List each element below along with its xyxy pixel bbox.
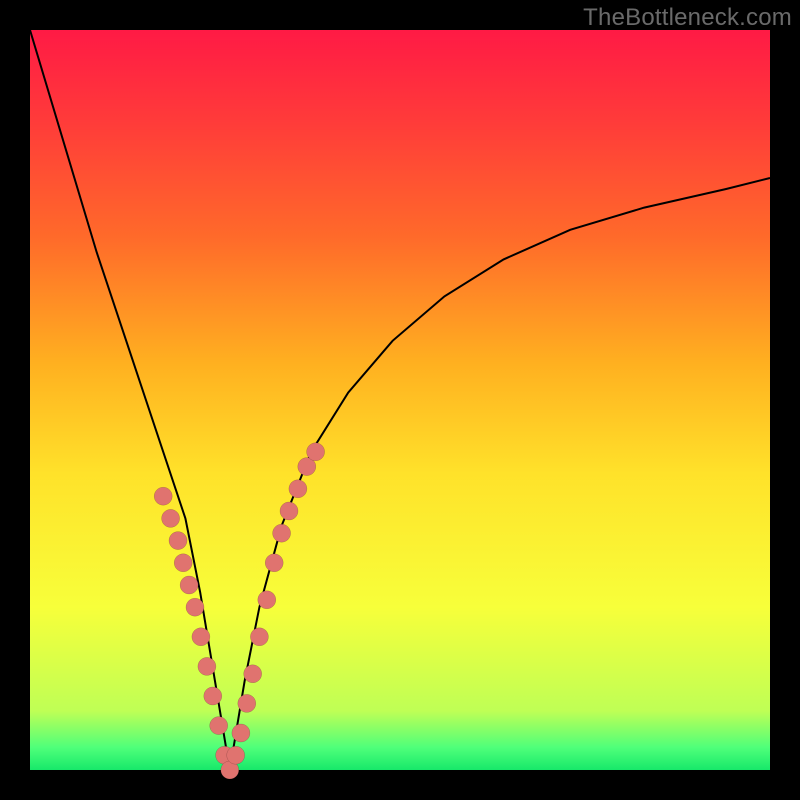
plot-area [30, 30, 770, 770]
highlight-dot [244, 665, 262, 683]
highlight-dot [238, 694, 256, 712]
highlight-dot [232, 724, 250, 742]
bottleneck-curve [30, 30, 770, 770]
highlight-dots-group [154, 443, 324, 779]
highlight-dot [154, 487, 172, 505]
highlight-dot [227, 746, 245, 764]
highlight-dot [186, 598, 204, 616]
highlight-dot [204, 687, 222, 705]
highlight-dot [280, 502, 298, 520]
highlight-dot [169, 532, 187, 550]
highlight-dot [180, 576, 198, 594]
chart-frame: TheBottleneck.com [0, 0, 800, 800]
highlight-dot [258, 591, 276, 609]
highlight-dot [307, 443, 325, 461]
highlight-dot [192, 628, 210, 646]
highlight-dot [198, 657, 216, 675]
watermark-text: TheBottleneck.com [583, 4, 792, 32]
highlight-dot [250, 628, 268, 646]
highlight-dot [273, 524, 291, 542]
highlight-dot [162, 509, 180, 527]
highlight-dot [289, 480, 307, 498]
highlight-dot [210, 717, 228, 735]
highlight-dot [265, 554, 283, 572]
highlight-dot [174, 554, 192, 572]
chart-svg [30, 30, 770, 770]
